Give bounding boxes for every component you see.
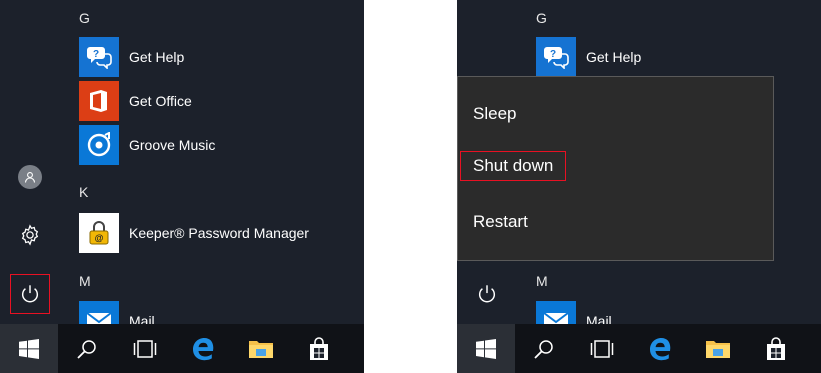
taskbar — [0, 324, 364, 373]
app-get-help[interactable]: ? Get Help — [536, 37, 816, 77]
svg-text:?: ? — [550, 49, 556, 60]
app-label: Get Help — [586, 49, 642, 65]
keeper-lock-icon: @ — [79, 213, 119, 253]
search-button[interactable] — [515, 324, 573, 373]
group-letter-g[interactable]: G — [79, 10, 90, 26]
start-button[interactable] — [457, 324, 515, 373]
taskbar — [457, 324, 821, 373]
user-account-button[interactable] — [10, 157, 50, 197]
start-button[interactable] — [0, 324, 58, 373]
office-icon — [79, 81, 119, 121]
get-help-icon: ? — [79, 37, 119, 77]
file-explorer-icon — [706, 340, 730, 358]
search-icon — [77, 339, 96, 359]
start-menu-right: G ? Get Help M Mail Sleep Shut down Rest… — [457, 0, 821, 373]
group-letter-m[interactable]: M — [536, 273, 548, 289]
app-keeper-password-manager[interactable]: @ Keeper® Password Manager — [79, 213, 359, 253]
settings-button[interactable] — [10, 215, 50, 255]
user-avatar-icon — [18, 165, 42, 189]
store-icon — [767, 336, 785, 360]
power-icon — [478, 285, 496, 303]
app-label: Get Office — [129, 93, 192, 109]
power-options-menu: Sleep Shut down Restart — [457, 76, 774, 261]
restart-option[interactable]: Restart — [473, 212, 528, 232]
task-view-button[interactable] — [116, 324, 174, 373]
start-menu-left: G ? Get Help Get Office Groove Music K @… — [0, 0, 364, 373]
edge-icon — [650, 337, 671, 360]
edge-button[interactable] — [174, 324, 232, 373]
get-help-icon: ? — [536, 37, 576, 77]
settings-gear-icon — [21, 224, 39, 246]
file-explorer-button[interactable] — [232, 324, 290, 373]
start-rail — [0, 0, 60, 325]
search-button[interactable] — [58, 324, 116, 373]
app-label: Keeper® Password Manager — [129, 225, 309, 241]
svg-text:?: ? — [93, 49, 99, 60]
group-letter-m[interactable]: M — [79, 273, 91, 289]
power-button[interactable] — [467, 274, 507, 314]
groove-music-icon — [79, 125, 119, 165]
app-get-help[interactable]: ? Get Help — [79, 37, 359, 77]
windows-start-icon — [19, 338, 39, 359]
store-button[interactable] — [290, 324, 348, 373]
group-letter-g[interactable]: G — [536, 10, 547, 26]
edge-button[interactable] — [631, 324, 689, 373]
svg-text:@: @ — [95, 233, 104, 243]
app-get-office[interactable]: Get Office — [79, 81, 359, 121]
power-icon — [21, 285, 39, 303]
power-button[interactable] — [10, 274, 50, 314]
windows-start-icon — [476, 338, 496, 359]
store-icon — [310, 336, 328, 360]
task-view-icon — [133, 339, 157, 358]
file-explorer-button[interactable] — [689, 324, 747, 373]
app-label: Get Help — [129, 49, 185, 65]
search-icon — [534, 339, 553, 359]
group-letter-k[interactable]: K — [79, 184, 88, 200]
app-label: Groove Music — [129, 137, 216, 153]
shut-down-option[interactable]: Shut down — [460, 151, 567, 181]
file-explorer-icon — [249, 340, 273, 358]
edge-icon — [193, 337, 214, 360]
sleep-option[interactable]: Sleep — [473, 104, 516, 124]
app-groove-music[interactable]: Groove Music — [79, 125, 359, 165]
task-view-button[interactable] — [573, 324, 631, 373]
task-view-icon — [590, 339, 614, 358]
store-button[interactable] — [747, 324, 805, 373]
